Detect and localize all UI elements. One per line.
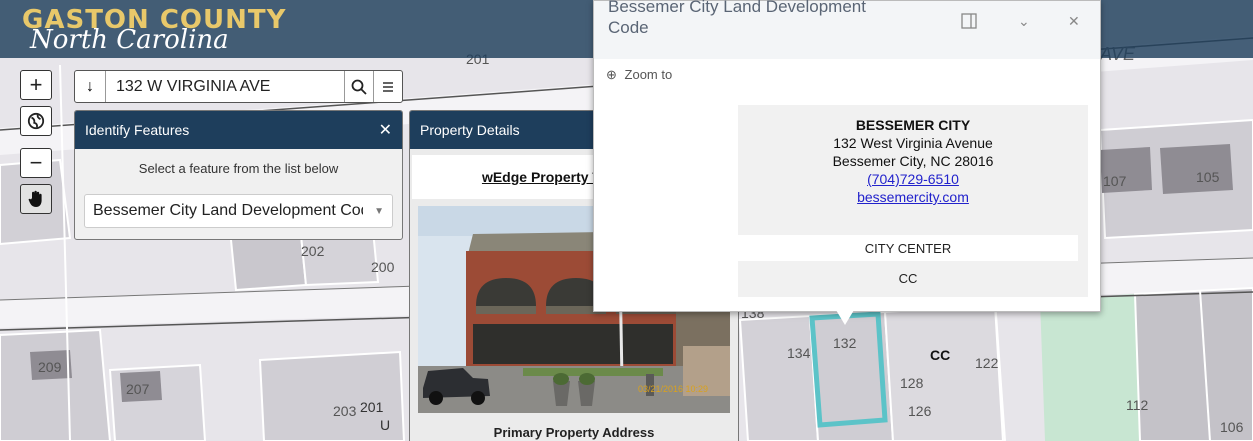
identify-panel-header: Identify Features ✕ bbox=[75, 111, 402, 149]
website-link[interactable]: bessemercity.com bbox=[738, 189, 1088, 205]
parcel-label: 132 bbox=[833, 335, 857, 351]
zoom-to-label: Zoom to bbox=[624, 67, 673, 82]
property-panel-title: Property Details bbox=[420, 122, 520, 138]
identify-features-panel: Identify Features ✕ Select a feature fro… bbox=[74, 110, 403, 240]
feature-popup: Bessemer City Land Development Code ⌄ ✕ … bbox=[593, 0, 1101, 312]
identify-panel-title: Identify Features bbox=[85, 122, 190, 138]
hand-icon bbox=[28, 190, 42, 207]
parcel-label: 209 bbox=[38, 359, 62, 375]
phone-link[interactable]: (704)729-6510 bbox=[738, 171, 1088, 187]
parcel-label: 122 bbox=[975, 355, 999, 371]
identify-hint: Select a feature from the list below bbox=[138, 161, 339, 176]
parcel-label: 203 bbox=[333, 403, 357, 419]
parcel-label: 134 bbox=[787, 345, 811, 361]
feature-select-value: Bessemer City Land Development Cod bbox=[93, 202, 363, 219]
search-input[interactable]: 132 W VIRGINIA AVE bbox=[106, 78, 344, 96]
globe-icon bbox=[27, 112, 45, 130]
parcel-label: 207 bbox=[126, 381, 150, 397]
caret-down-icon: ▼ bbox=[374, 205, 384, 217]
contact-street: 132 West Virginia Avenue bbox=[833, 135, 993, 151]
popup-title-line2: Code bbox=[608, 18, 649, 37]
zone-label: CC bbox=[930, 347, 950, 363]
arrow-down-icon[interactable]: ↓ bbox=[75, 71, 106, 102]
parcel-label: 107 bbox=[1103, 173, 1127, 189]
parcel-label: 201 bbox=[360, 399, 384, 415]
zoom-to-action[interactable]: ⊕ Zoom to bbox=[606, 67, 672, 83]
close-icon[interactable]: ✕ bbox=[1068, 13, 1080, 30]
popup-title-line1: Bessemer City Land Development bbox=[608, 0, 866, 16]
zoom-icon: ⊕ bbox=[606, 67, 617, 82]
primary-address-label: Primary Property Address bbox=[493, 425, 655, 440]
close-icon[interactable]: ✕ bbox=[379, 120, 392, 140]
contact-city: Bessemer City, NC 28016 bbox=[832, 153, 994, 169]
popup-title: Bessemer City Land Development Code bbox=[608, 0, 908, 38]
map-letter-label: U bbox=[380, 417, 390, 433]
contact-name: BESSEMER CITY bbox=[855, 117, 971, 133]
zoom-in-button[interactable]: + bbox=[20, 70, 52, 100]
search-button[interactable] bbox=[344, 71, 373, 102]
photo-timestamp: 03/21/2016 10:29 bbox=[638, 384, 708, 394]
menu-button[interactable] bbox=[373, 71, 402, 102]
zoom-out-button[interactable]: − bbox=[20, 148, 52, 178]
popup-pointer bbox=[836, 310, 854, 325]
parcel-label: 128 bbox=[900, 375, 924, 391]
feature-select[interactable]: Bessemer City Land Development Cod ▼ bbox=[84, 194, 393, 228]
menu-icon bbox=[383, 81, 393, 92]
address-search[interactable]: ↓ 132 W VIRGINIA AVE bbox=[74, 70, 403, 103]
logo-subtitle: North Carolina bbox=[30, 25, 229, 55]
parcel-label: 200 bbox=[371, 259, 395, 275]
district-name: CITY CENTER bbox=[738, 235, 1078, 261]
popup-content: BESSEMER CITY 132 West Virginia Avenue B… bbox=[738, 105, 1088, 297]
parcel-label: 126 bbox=[908, 403, 932, 419]
globe-button[interactable] bbox=[20, 106, 52, 136]
dock-icon[interactable] bbox=[961, 13, 977, 29]
parcel-label: 112 bbox=[1126, 397, 1149, 413]
parcel-label: 202 bbox=[301, 243, 325, 259]
chevron-down-icon[interactable]: ⌄ bbox=[1018, 13, 1030, 30]
district-code: CC bbox=[898, 270, 918, 286]
parcel-label: 105 bbox=[1196, 169, 1220, 185]
pan-button[interactable] bbox=[20, 184, 52, 214]
search-icon bbox=[351, 79, 367, 95]
popup-header: Bessemer City Land Development Code ⌄ ✕ bbox=[594, 0, 1100, 59]
parcel-label: 106 bbox=[1220, 419, 1244, 435]
